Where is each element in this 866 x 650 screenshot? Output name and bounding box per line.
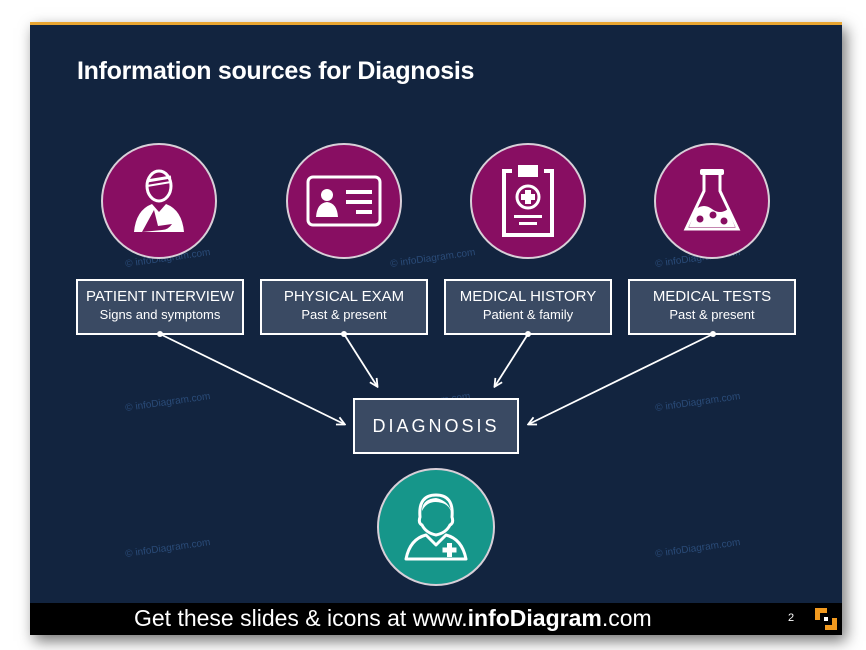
footer-promo-text: Get these slides & icons at www.infoDiag… <box>134 605 652 632</box>
arrow-medical-tests <box>529 331 716 424</box>
doctor-nurse-icon <box>404 493 468 561</box>
doctor-circle <box>377 468 495 586</box>
arrow-patient-interview <box>157 331 344 424</box>
arrow-medical-history <box>495 331 531 386</box>
footer-prefix: Get these slides & icons at www. <box>134 605 468 631</box>
footer-brand: infoDiagram <box>467 605 602 631</box>
arrow-physical-exam <box>341 331 377 386</box>
page-number: 2 <box>788 612 795 624</box>
diagnosis-box: DIAGNOSIS <box>353 398 519 454</box>
infodiagram-logo-icon <box>815 608 837 630</box>
footer-suffix: .com <box>601 605 652 631</box>
footer-banner: Get these slides & icons at www.infoDiag… <box>30 603 842 635</box>
slide: Information sources for Diagnosis © info… <box>30 22 842 635</box>
